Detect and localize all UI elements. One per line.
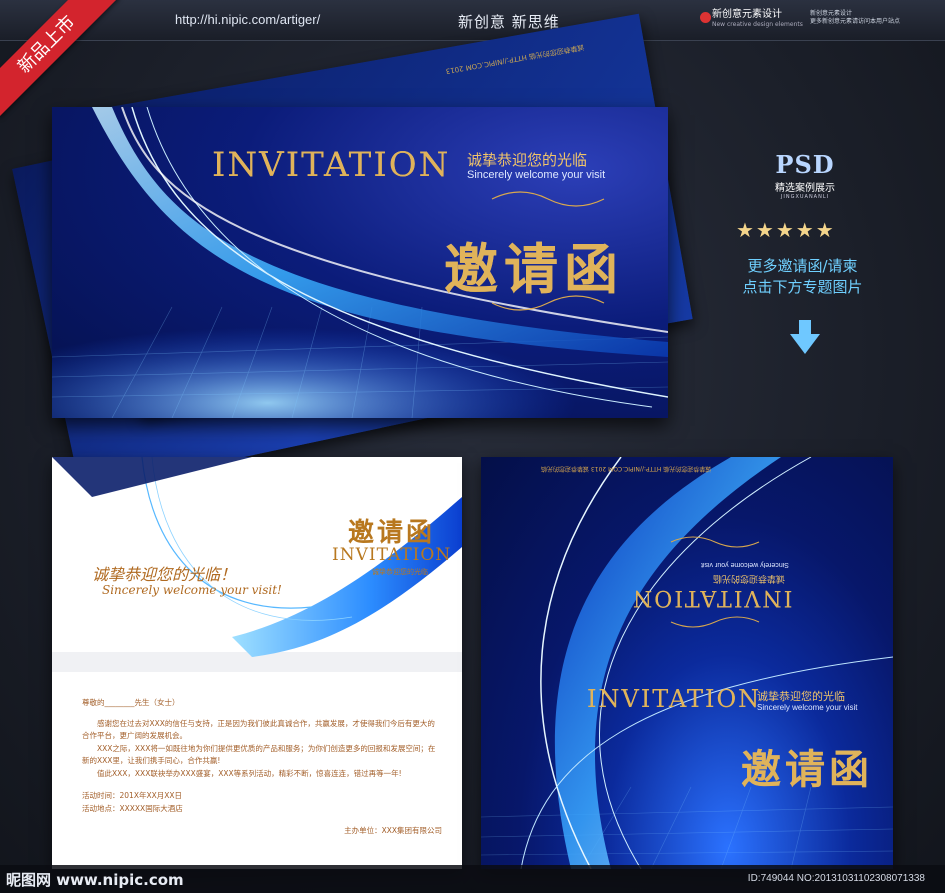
brand-note-line2: 更多新创意元素请访问本用户站点: [810, 18, 901, 25]
square-welcome-en: Sincerely welcome your visit: [757, 703, 858, 712]
letter-script-en: Sincerely welcome your visit!: [102, 583, 282, 597]
invitation-cn-big: 邀请函: [444, 225, 624, 304]
letter-place: 活动地点：XXXXX国际大酒店: [82, 803, 183, 813]
slogan: 新创意 新思维: [458, 13, 560, 31]
brand-note-line1: 新创意元素设计: [810, 10, 853, 17]
letter-host: 主办单位：XXX集团有限公司: [344, 826, 442, 835]
psd-tiny: JINGXUANANLI: [780, 194, 830, 200]
site-url[interactable]: http://hi.nipic.com/artiger/: [175, 12, 320, 27]
promo-line-2: 点击下方专题图片: [742, 278, 863, 296]
letter-card[interactable]: 邀请函 INVITATION 诚挚恭迎您的光临 诚挚恭迎您的光临！ Sincer…: [52, 457, 462, 869]
psd-subtitle: 精选案例展示: [775, 183, 835, 194]
brand-logo-icon: [700, 12, 711, 23]
letter-script-cn: 诚挚恭迎您的光临！: [92, 565, 237, 584]
brand-note: 新创意元素设计 更多新创意元素请访问本用户站点: [810, 10, 900, 26]
square-mirror-cn: 诚挚恭迎您的光临: [713, 573, 786, 583]
letter-time: 活动时间：201X年XX月XX日: [82, 791, 183, 800]
letter-para-1: 感谢您在过去对XXX的信任与支持，正是因为我们彼此真诚合作，共赢发展，才使得我们…: [82, 718, 435, 741]
footer-id: ID:749044 NO:20131031102308071338: [747, 873, 925, 884]
square-invitation-title: INVITATION: [587, 685, 762, 713]
welcome-cn: 诚挚恭迎您的光临: [467, 151, 588, 169]
top-bar: http://hi.nipic.com/artiger/ 新创意 新思维 新创意…: [0, 0, 945, 41]
letter-body: 尊敬的________先生（女士） 感谢您在过去对XXX的信任与支持，正是因为我…: [82, 697, 442, 838]
rating-stars: ★★★★★: [736, 218, 836, 242]
letter-title: INVITATION: [332, 545, 452, 565]
down-arrow-icon: [790, 320, 820, 354]
psd-badge: PSD 精选案例展示 JINGXUANANLI: [765, 150, 845, 200]
letter-para-2: XXX之际，XXX将一如既往地为你们提供更优质的产品和服务；为你们创造更多的回报…: [82, 743, 436, 766]
square-mirror-en: Sincerely welcome your visit: [701, 561, 789, 568]
main-invitation-card[interactable]: INVITATION 诚挚恭迎您的光临 Sincerely welcome yo…: [52, 107, 668, 418]
psd-label: PSD: [775, 150, 835, 179]
promo-text[interactable]: 更多邀请函/请柬 点击下方专题图片: [720, 256, 885, 298]
square-mirror-title: INVITATION: [631, 585, 793, 610]
watermark-footer: 昵图网 www.nipic.com ID:749044 NO:201310311…: [0, 865, 945, 893]
back-card-mirrored-text: 诚挚恭迎您的光临 HTTP://NIPIC.COM 2013: [445, 42, 585, 76]
brand-name: 新创意元素设计 New creative design elements: [712, 10, 803, 30]
promo-line-1: 更多邀请函/请柬: [747, 257, 858, 275]
square-invitation-card[interactable]: 诚挚恭迎您的光临 HTTP://NIPIC.COM 2013 诚挚恭迎您的光临 …: [481, 457, 893, 869]
letter-para-3: 值此XXX，XXX联袂举办XXX盛宴，XXX等系列活动，精彩不断，惊喜连连，错过…: [97, 768, 402, 778]
square-cn-big: 邀请函: [741, 737, 873, 795]
square-top-strip: 诚挚恭迎您的光临 HTTP://NIPIC.COM 2013 诚挚恭迎您的光临: [541, 465, 712, 472]
brand-title: 新创意元素设计: [712, 9, 782, 20]
letter-cn-big: 邀请函: [348, 518, 436, 548]
letter-greeting: 尊敬的________先生（女士）: [82, 698, 180, 707]
footer-site[interactable]: 昵图网 www.nipic.com: [6, 869, 184, 890]
welcome-en: Sincerely welcome your visit: [467, 169, 606, 181]
letter-cn-small: 诚挚恭迎您的光临: [372, 568, 428, 576]
brand-subtitle: New creative design elements: [712, 21, 803, 28]
invitation-title: INVITATION: [212, 145, 451, 185]
square-wave-graphic: [481, 457, 893, 869]
square-welcome-cn: 诚挚恭迎您的光临: [757, 690, 845, 703]
